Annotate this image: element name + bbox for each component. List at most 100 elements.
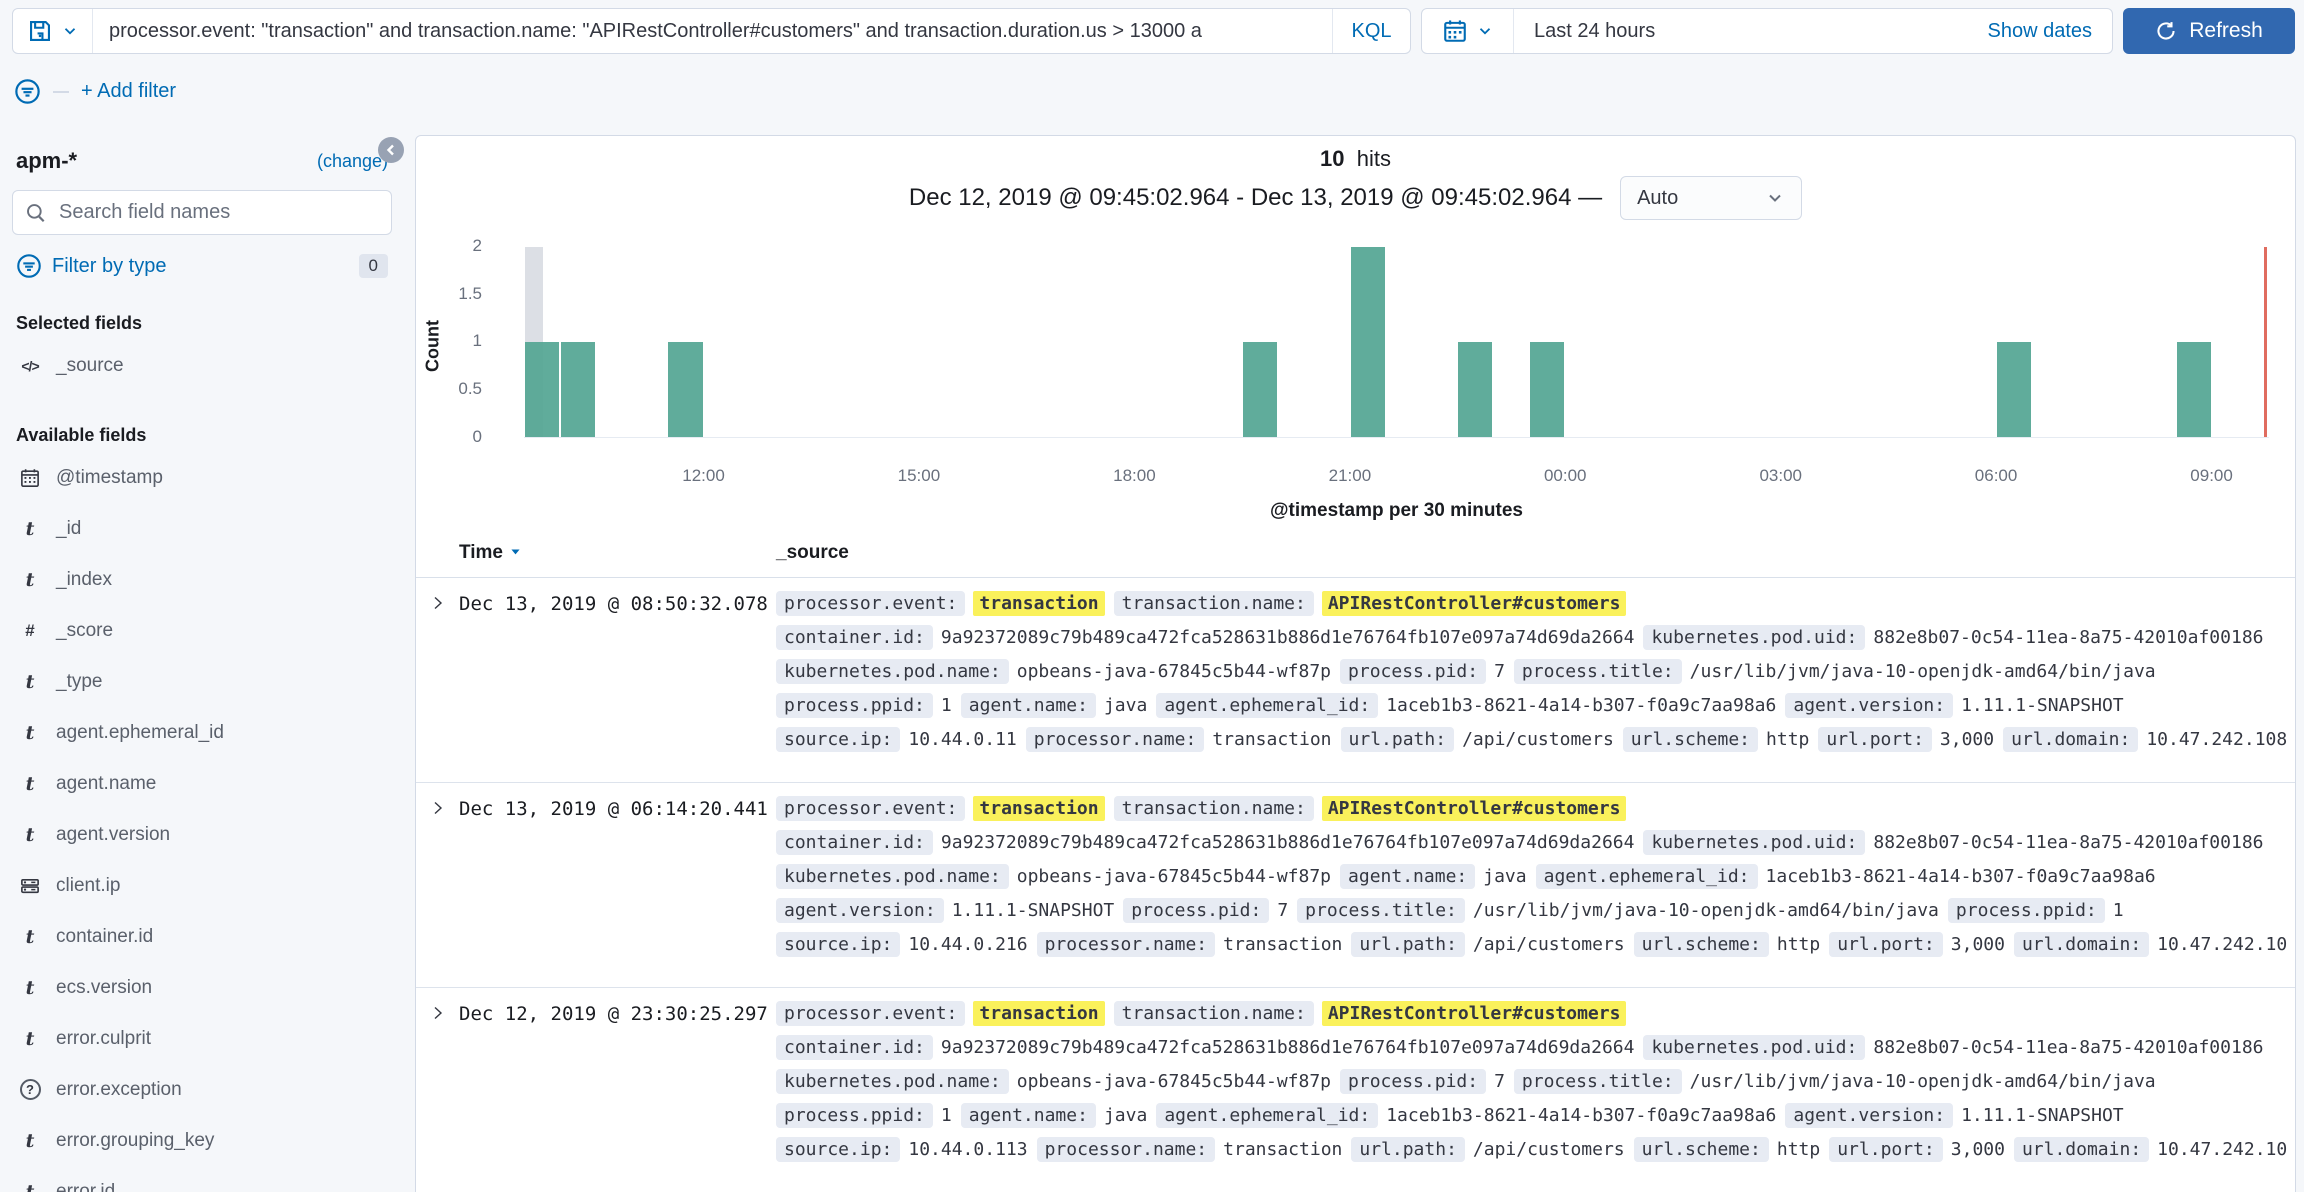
field-value-pair: url.port:3,000 — [1829, 1137, 2005, 1162]
chevron-left-icon — [383, 142, 399, 158]
time-column-header[interactable]: Time — [459, 542, 522, 564]
show-dates-button[interactable]: Show dates — [1987, 9, 2112, 53]
collapse-sidebar-button[interactable] — [378, 137, 404, 163]
y-tick-label: 1 — [416, 331, 496, 351]
field-item-agent.ephemeral_id[interactable]: tagent.ephemeral_id — [12, 707, 392, 758]
field-item-error.culprit[interactable]: terror.culprit — [12, 1013, 392, 1064]
field-value-pair: kubernetes.pod.uid:882e8b07-0c54-11ea-8a… — [1643, 830, 2263, 855]
field-value-pair: agent.ephemeral_id:1aceb1b3-8621-4a14-b3… — [1156, 1103, 1776, 1128]
field-key-badge: process.title: — [1297, 898, 1465, 923]
expand-row-button[interactable] — [416, 796, 459, 977]
filter-menu-icon[interactable] — [14, 78, 41, 105]
field-item-client.ip[interactable]: client.ip — [12, 860, 392, 911]
histogram-bar-06:00[interactable] — [1997, 342, 2031, 437]
histogram-bar-23:30[interactable] — [1530, 342, 1564, 437]
field-item-agent.name[interactable]: tagent.name — [12, 758, 392, 809]
filter-by-type-icon — [16, 253, 42, 279]
date-quick-select-button[interactable] — [1422, 9, 1514, 53]
document-source: processor.event:transactiontransaction.n… — [776, 1001, 2287, 1182]
available-fields-list: @timestampt_idt_index#_scoret_typetagent… — [12, 452, 392, 1192]
field-value: java — [1104, 1105, 1147, 1126]
field-item-error.grouping_key[interactable]: terror.grouping_key — [12, 1115, 392, 1166]
field-name: error.grouping_key — [56, 1130, 214, 1152]
filter-by-type-button[interactable]: Filter by type — [52, 255, 166, 278]
field-search-box — [12, 190, 392, 235]
text-field-icon: t — [18, 1181, 42, 1192]
x-tick-label: 06:00 — [1975, 466, 2018, 486]
field-value: 9a92372089c79b489ca472fca528631b886d1e76… — [941, 627, 1635, 648]
text-field-icon: t — [18, 926, 42, 948]
field-item-ecs.version[interactable]: tecs.version — [12, 962, 392, 1013]
index-pattern-title: apm-* — [16, 148, 77, 174]
field-key-badge: processor.event: — [776, 796, 965, 821]
x-tick-label: 18:00 — [1113, 466, 1156, 486]
field-search-input[interactable] — [57, 200, 379, 225]
chart-time-range: Dec 12, 2019 @ 09:45:02.964 - Dec 13, 20… — [909, 184, 1602, 212]
field-key-badge: process.pid: — [1340, 1069, 1486, 1094]
expand-row-button[interactable] — [416, 591, 459, 772]
field-key-badge: process.pid: — [1340, 659, 1486, 684]
query-bar: processor.event: "transaction" and trans… — [12, 8, 2295, 54]
save-query-icon — [27, 18, 53, 44]
change-index-pattern-link[interactable]: (change) — [317, 151, 388, 172]
field-value-pair: source.ip:10.44.0.216 — [776, 932, 1028, 957]
add-filter-button[interactable]: + Add filter — [81, 80, 176, 103]
field-name: @timestamp — [56, 467, 163, 489]
field-item-_id[interactable]: t_id — [12, 503, 392, 554]
field-value-pair: process.pid:7 — [1123, 898, 1288, 923]
histogram-bar-11:30[interactable] — [668, 342, 702, 437]
field-value: 7 — [1277, 900, 1288, 921]
histogram-bar-09:30[interactable] — [525, 342, 559, 437]
field-name: _id — [56, 518, 81, 540]
number-field-icon: # — [18, 621, 42, 641]
chevron-right-icon — [430, 1005, 459, 1021]
document-timestamp: Dec 12, 2019 @ 23:30:25.297 — [459, 1001, 776, 1182]
field-item-_score[interactable]: # _score — [12, 605, 392, 656]
field-item-@timestamp[interactable]: @timestamp — [12, 452, 392, 503]
time-range-value[interactable]: Last 24 hours — [1514, 9, 1987, 53]
histogram-bar-10:00[interactable] — [561, 342, 595, 437]
field-item-error.id[interactable]: terror.id — [12, 1166, 392, 1192]
field-value: 1.11.1-SNAPSHOT — [1961, 695, 2124, 716]
document-row: Dec 12, 2019 @ 23:30:25.297processor.eve… — [416, 988, 2295, 1192]
histogram-bar-19:30[interactable] — [1243, 342, 1277, 437]
histogram-bar-22:30[interactable] — [1458, 342, 1492, 437]
histogram-bar-21:00[interactable] — [1351, 247, 1385, 437]
interval-select[interactable]: Auto — [1620, 176, 1802, 220]
field-key-badge: url.scheme: — [1634, 932, 1769, 957]
saved-query-menu-button[interactable] — [13, 9, 93, 53]
field-value-pair: process.title:/usr/lib/jvm/java-10-openj… — [1297, 898, 1939, 923]
expand-row-button[interactable] — [416, 1001, 459, 1182]
text-field-icon: t — [18, 1028, 42, 1050]
field-value-pair: container.id:9a92372089c79b489ca472fca52… — [776, 625, 1634, 650]
documents-table: Time _source Dec 13, 2019 @ 08:50:32.078… — [416, 536, 2295, 1192]
field-value-pair: processor.event:transaction — [776, 796, 1105, 821]
field-key-badge: url.scheme: — [1634, 1137, 1769, 1162]
field-name: _score — [56, 620, 113, 642]
histogram-plot[interactable] — [524, 247, 2269, 438]
field-item-container.id[interactable]: tcontainer.id — [12, 911, 392, 962]
histogram-bar-08:30[interactable] — [2177, 342, 2211, 437]
field-item-_index[interactable]: t_index — [12, 554, 392, 605]
field-value: 1 — [2113, 900, 2124, 921]
field-item-_source[interactable]: </>_source — [12, 340, 392, 391]
field-value: 1aceb1b3-8621-4a14-b307-f0a9c7aa98a6 — [1766, 866, 2156, 887]
field-value-pair: url.path:/api/customers — [1351, 1137, 1624, 1162]
query-input-box: processor.event: "transaction" and trans… — [12, 8, 1411, 54]
field-value: 10.47.242.108 — [2146, 729, 2287, 750]
field-item-error.exception[interactable]: ?error.exception — [12, 1064, 392, 1115]
field-key-badge: agent.ephemeral_id: — [1156, 1103, 1378, 1128]
source-line: process.ppid:1agent.name:javaagent.ephem… — [776, 1103, 2287, 1128]
field-value: transaction — [1223, 934, 1342, 955]
source-line: processor.event:transactiontransaction.n… — [776, 591, 2287, 616]
hits-label: hits — [1357, 146, 1391, 171]
field-key-badge: url.scheme: — [1623, 727, 1758, 752]
field-item-agent.version[interactable]: tagent.version — [12, 809, 392, 860]
refresh-button[interactable]: Refresh — [2123, 8, 2295, 54]
x-tick-label: 03:00 — [1759, 466, 1802, 486]
query-input[interactable]: processor.event: "transaction" and trans… — [93, 9, 1332, 53]
field-item-_type[interactable]: t_type — [12, 656, 392, 707]
field-value: 1aceb1b3-8621-4a14-b307-f0a9c7aa98a6 — [1386, 695, 1776, 716]
y-tick-label: 2 — [416, 236, 496, 256]
query-language-button[interactable]: KQL — [1332, 9, 1410, 53]
